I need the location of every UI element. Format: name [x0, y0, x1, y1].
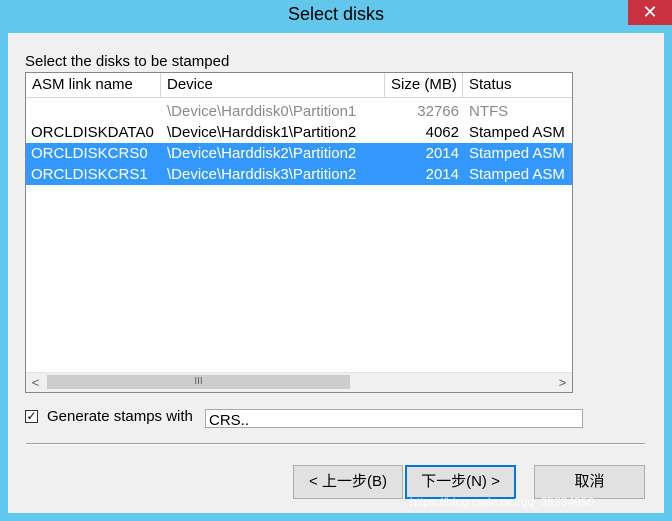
- dialog-body: Select the disks to be stamped ASM link …: [8, 33, 664, 513]
- grip-icon: III: [194, 376, 203, 387]
- cell-size: 32766: [417, 103, 459, 120]
- table-row[interactable]: ORCLDISKCRS0 \Device\Harddisk2\Partition…: [26, 143, 572, 164]
- chevron-left-icon: <: [31, 375, 40, 390]
- cell-asm-link-name: ORCLDISKDATA0: [31, 124, 154, 141]
- cell-size: 4062: [425, 124, 459, 141]
- horizontal-scrollbar[interactable]: < III >: [26, 372, 572, 392]
- close-icon: ✕: [642, 2, 658, 22]
- checkmark-icon: ✓: [26, 409, 37, 423]
- list-header: ASM link name Device Size (MB) Status: [26, 73, 572, 98]
- cell-device: \Device\Harddisk3\Partition2: [167, 166, 357, 183]
- watermark: https://blog.csdn.net/qq_35334950: [410, 495, 595, 509]
- stamp-prefix-input[interactable]: CRS..: [205, 409, 583, 428]
- disk-list[interactable]: ASM link name Device Size (MB) Status \D…: [25, 72, 573, 393]
- scroll-right-button[interactable]: >: [553, 373, 572, 392]
- prompt-label: Select the disks to be stamped: [25, 53, 230, 70]
- cell-asm-link-name: ORCLDISKCRS1: [31, 166, 148, 183]
- column-header-size[interactable]: Size (MB): [385, 73, 463, 97]
- cell-asm-link-name: ORCLDISKCRS0: [31, 145, 148, 162]
- cell-status: NTFS: [469, 103, 509, 120]
- back-button[interactable]: < 上一步(B): [293, 465, 403, 499]
- column-header-asm-link-name[interactable]: ASM link name: [26, 73, 161, 97]
- table-row[interactable]: ORCLDISKDATA0 \Device\Harddisk1\Partitio…: [26, 122, 572, 143]
- column-header-device[interactable]: Device: [161, 73, 385, 97]
- scrollbar-thumb[interactable]: III: [47, 375, 350, 389]
- title-bar: Select disks ✕: [0, 0, 672, 33]
- column-header-status[interactable]: Status: [463, 73, 572, 97]
- table-row[interactable]: \Device\Harddisk0\Partition1 32766 NTFS: [26, 101, 572, 122]
- cell-size: 2014: [425, 145, 459, 162]
- cancel-button[interactable]: 取消: [534, 465, 645, 499]
- generate-stamps-checkbox[interactable]: ✓: [25, 410, 38, 423]
- generate-stamps-label: Generate stamps with: [47, 408, 193, 425]
- chevron-right-icon: >: [558, 375, 567, 390]
- next-button[interactable]: 下一步(N) >: [405, 465, 516, 499]
- divider: [26, 443, 645, 445]
- cell-status: Stamped ASM: [469, 145, 565, 162]
- scroll-left-button[interactable]: <: [26, 373, 45, 392]
- cell-status: Stamped ASM: [469, 166, 565, 183]
- cell-device: \Device\Harddisk2\Partition2: [167, 145, 357, 162]
- close-button[interactable]: ✕: [628, 0, 672, 25]
- cell-size: 2014: [425, 166, 459, 183]
- table-row[interactable]: ORCLDISKCRS1 \Device\Harddisk3\Partition…: [26, 164, 572, 185]
- cell-device: \Device\Harddisk1\Partition2: [167, 124, 357, 141]
- cell-status: Stamped ASM: [469, 124, 565, 141]
- cell-device: \Device\Harddisk0\Partition1: [167, 103, 357, 120]
- cell-asm-link-name: [26, 101, 161, 122]
- window-title: Select disks: [287, 4, 385, 24]
